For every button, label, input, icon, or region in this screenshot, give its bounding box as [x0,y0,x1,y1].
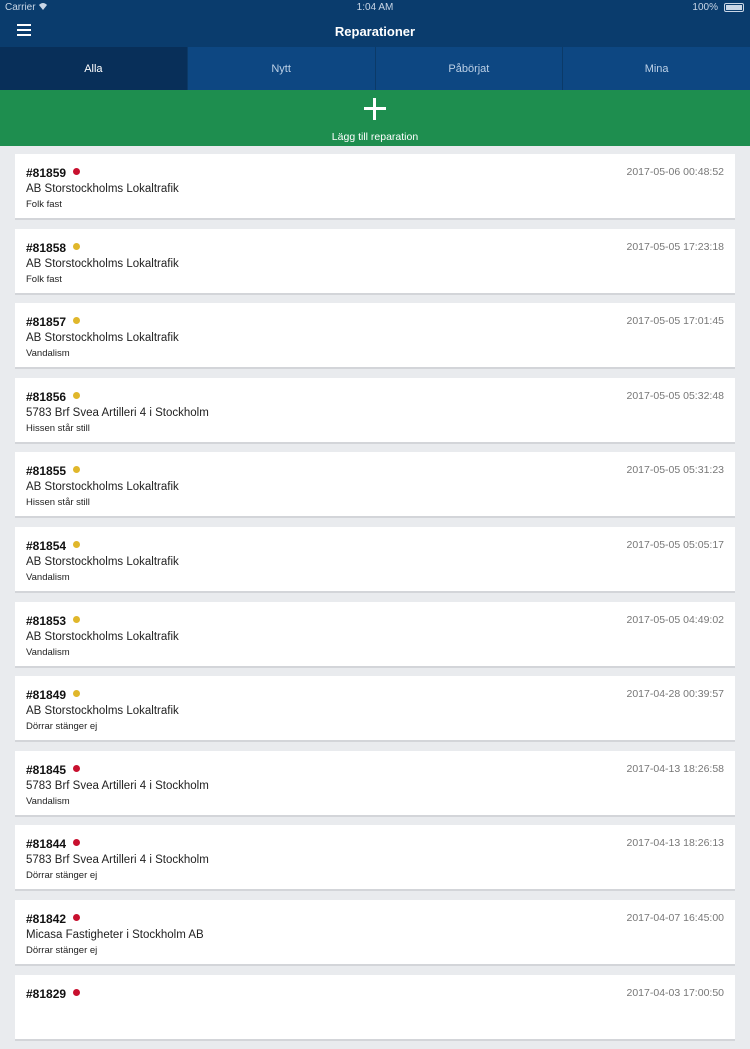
repair-id: #81854 [26,538,67,553]
repair-company: 5783 Brf Svea Artilleri 4 i Stockholm [26,854,209,867]
page-title: Reparationer [334,24,416,39]
repair-date: 2017-05-06 00:48:52 [626,166,725,178]
repair-date: 2017-04-28 00:39:57 [626,688,725,701]
repair-id: #81855 [26,464,67,479]
repair-description: Vandalism [26,571,70,583]
repair-card[interactable]: #81842 2017-04-07 16:45:00 Micasa Fastig… [15,899,735,966]
repair-description: Dörrar stänger ej [26,721,98,733]
repair-description: Vandalism [26,348,70,360]
repair-card[interactable]: #81845 2017-04-13 18:26:58 5783 Brf Svea… [15,750,735,817]
repair-company: 5783 Brf Svea Artilleri 4 i Stockholm [26,406,209,419]
filter-tabs: Alla Nytt Påbörjat Mina [0,47,750,90]
repair-id: #81842 [26,911,67,926]
repair-description: Folk fast [26,199,62,210]
status-dot [73,839,80,847]
repair-description: Hissen står still [26,422,90,434]
repair-card[interactable]: #81854 2017-05-05 05:05:17 AB Storstockh… [15,526,735,593]
repair-list: #81859 2017-05-06 00:48:52 AB Storstockh… [15,154,735,1049]
repair-card[interactable]: #81855 2017-05-05 05:31:23 AB Storstockh… [15,452,735,519]
repair-date: 2017-05-05 17:23:18 [626,240,725,253]
tab-nytt[interactable]: Nytt [187,47,376,90]
repair-date: 2017-05-05 17:01:45 [626,315,725,328]
repair-company: AB Storstockholms Lokaltrafik [26,555,179,568]
status-dot [73,242,80,250]
repair-card[interactable]: #81829 2017-04-03 17:00:50 [15,974,735,1041]
repair-description: Dörrar stänger ej [26,944,98,956]
status-dot [73,988,80,996]
repair-id: #81858 [26,240,67,255]
repair-id: #81849 [26,688,67,703]
battery-icon [724,3,744,12]
repair-card[interactable]: #81844 2017-04-13 18:26:13 5783 Brf Svea… [15,825,735,892]
repair-id: #81856 [26,389,67,404]
status-dot [73,913,80,921]
tab-paborjat[interactable]: Påbörjat [375,47,564,90]
status-dot [73,317,80,325]
repair-date: 2017-04-03 17:00:50 [626,986,725,999]
repair-company: Micasa Fastigheter i Stockholm AB [26,928,204,941]
status-dot [73,391,80,399]
repair-company: AB Storstockholms Lokaltrafik [26,630,179,643]
repair-id: #81853 [26,613,67,628]
repair-date: 2017-04-13 18:26:13 [626,837,725,850]
status-dot [73,466,80,474]
repair-card[interactable]: #81849 2017-04-28 00:39:57 AB Storstockh… [15,676,735,743]
add-repair-button[interactable]: Lägg till reparation [0,90,750,146]
repair-date: 2017-05-05 04:49:02 [626,613,725,626]
repair-company: AB Storstockholms Lokaltrafik [26,257,179,270]
status-dot [73,615,80,623]
repair-card[interactable]: #81856 2017-05-05 05:32:48 5783 Brf Svea… [15,377,735,444]
status-bar: Carrier 1:04 AM 100% [0,0,750,16]
status-dot [73,540,80,548]
repair-card[interactable]: #81859 2017-05-06 00:48:52 AB Storstockh… [15,154,735,220]
repair-description: Hissen står still [26,497,90,509]
repair-id: #81859 [26,166,67,180]
repair-company: 5783 Brf Svea Artilleri 4 i Stockholm [26,779,209,792]
tab-mina[interactable]: Mina [563,47,750,90]
repair-id: #81857 [26,315,67,330]
status-dot [73,690,80,698]
repair-date: 2017-05-05 05:05:17 [626,538,725,551]
repair-id: #81845 [26,762,67,777]
battery-percent: 100% [692,2,718,13]
repair-description: Vandalism [26,646,70,658]
repair-company: AB Storstockholms Lokaltrafik [26,705,179,718]
repair-id: #81844 [26,837,67,852]
repair-description: Folk fast [26,273,62,285]
clock: 1:04 AM [356,2,394,13]
plus-icon [364,98,386,120]
tab-alla[interactable]: Alla [0,47,188,90]
nav-bar: Reparationer [0,16,750,47]
repair-id: #81829 [26,986,67,1001]
repair-date: 2017-04-13 18:26:58 [626,762,725,775]
status-dot [73,764,80,772]
add-repair-label: Lägg till reparation [331,131,419,143]
repair-description: Dörrar stänger ej [26,870,98,882]
repair-date: 2017-05-05 05:32:48 [626,389,725,402]
repair-card[interactable]: #81858 2017-05-05 17:23:18 AB Storstockh… [15,228,735,295]
repair-card[interactable]: #81857 2017-05-05 17:01:45 AB Storstockh… [15,303,735,370]
repair-card[interactable]: #81853 2017-05-05 04:49:02 AB Storstockh… [15,601,735,668]
repair-company: AB Storstockholms Lokaltrafik [26,332,179,345]
repair-description: Vandalism [26,795,70,807]
repair-company: AB Storstockholms Lokaltrafik [26,481,179,494]
status-dot [73,168,80,175]
repair-company: AB Storstockholms Lokaltrafik [26,183,179,195]
repair-date: 2017-04-07 16:45:00 [626,911,725,924]
repair-date: 2017-05-05 05:31:23 [626,464,725,477]
